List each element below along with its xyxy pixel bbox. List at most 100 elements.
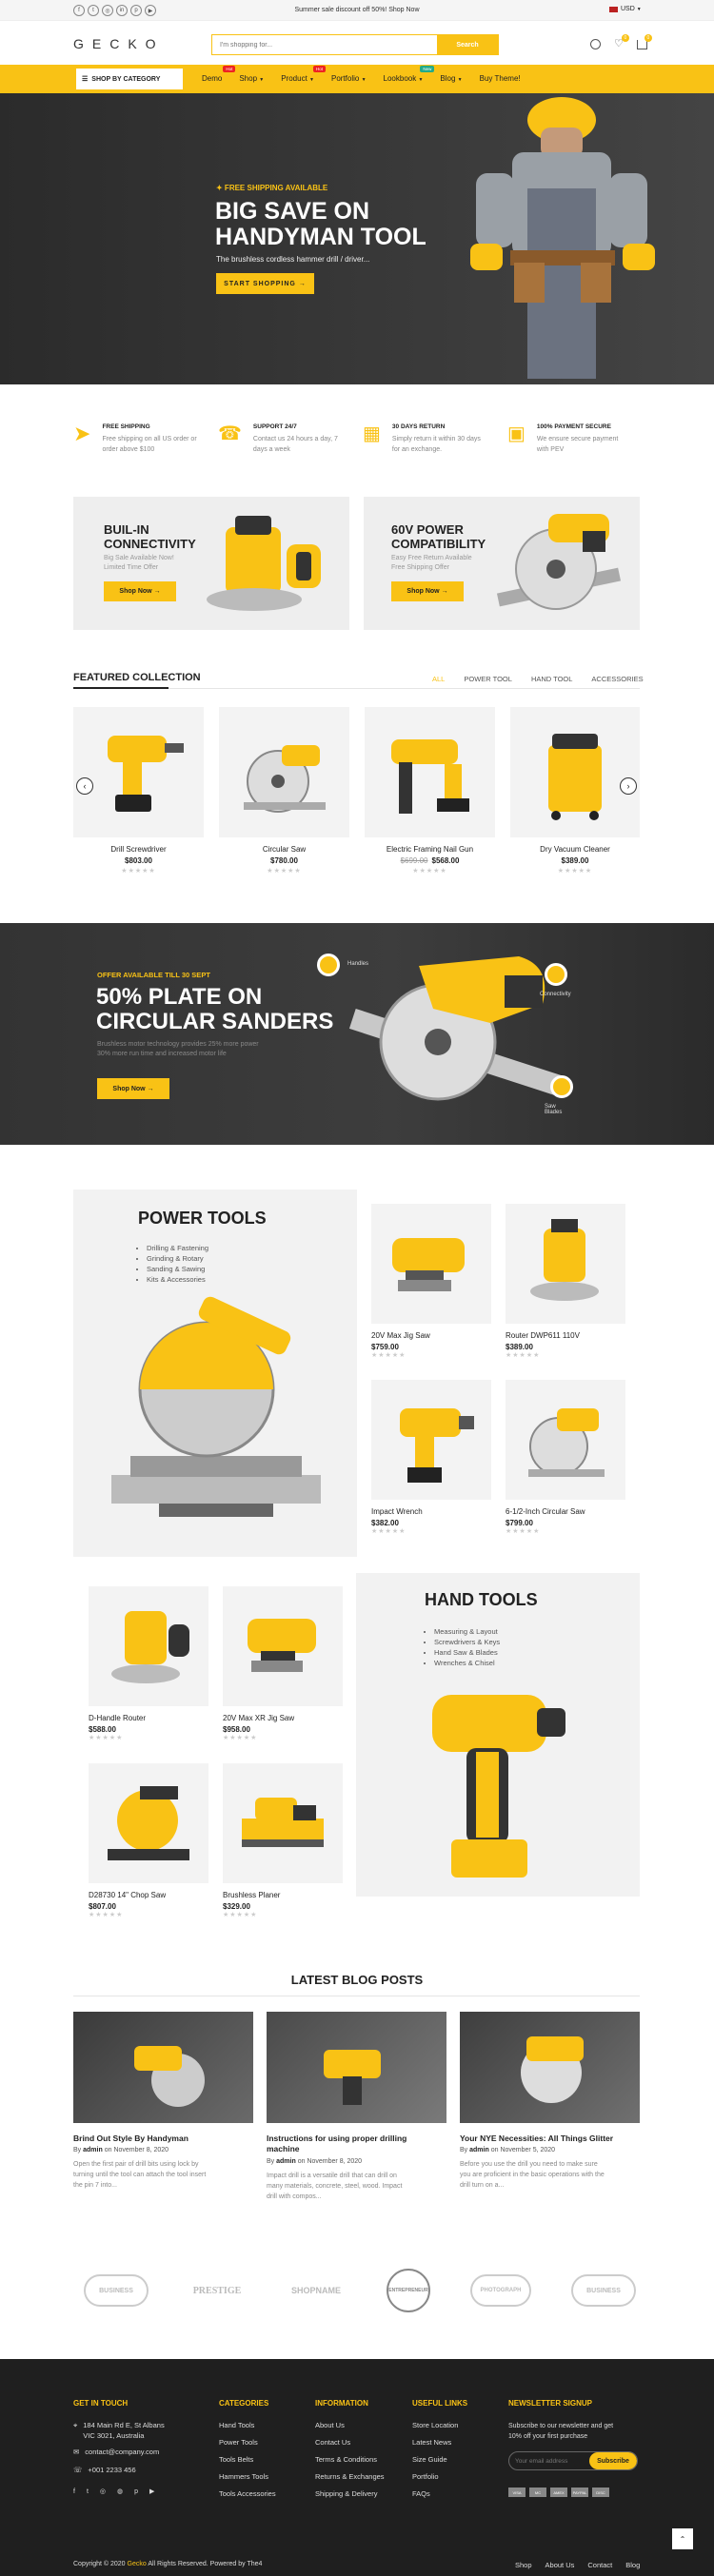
hand-tools-panel[interactable]: HAND TOOLS Measuring & Layout Screwdrive… bbox=[356, 1573, 640, 1897]
list-item[interactable]: Drilling & Fastening bbox=[147, 1243, 208, 1253]
blog-post-title[interactable]: Brind Out Style By Handyman bbox=[73, 2134, 253, 2143]
blog-author[interactable]: admin bbox=[83, 2147, 103, 2153]
blog-post[interactable]: Instructions for using proper drilling ma… bbox=[267, 2012, 446, 2202]
promo-banner-power[interactable]: 60V POWER COMPATIBILITY Easy Free Return… bbox=[364, 497, 640, 630]
product-card[interactable]: 6-1/2-Inch Circular Saw $799.00 ★★★★★ bbox=[506, 1380, 625, 1535]
instagram-icon[interactable]: ◎ bbox=[100, 2488, 106, 2495]
nav-item-blog[interactable]: Blog ▼ bbox=[440, 74, 462, 83]
power-tools-panel[interactable]: POWER TOOLS Drilling & Fastening Grindin… bbox=[73, 1190, 357, 1557]
youtube-icon[interactable]: ▶ bbox=[149, 2488, 154, 2495]
product-name[interactable]: D28730 14" Chop Saw bbox=[89, 1891, 208, 1899]
product-name[interactable]: Circular Saw bbox=[219, 845, 349, 854]
product-name[interactable]: 6-1/2-Inch Circular Saw bbox=[506, 1507, 625, 1516]
cart-icon[interactable]: 0 bbox=[636, 33, 652, 49]
carousel-next-icon[interactable]: › bbox=[620, 777, 637, 795]
brand-logo[interactable]: ENTREPRENEUR bbox=[387, 2269, 430, 2312]
brand-logo[interactable]: BUSINESS bbox=[84, 2274, 149, 2307]
category-menu[interactable]: ☰ SHOP BY CATEGORY bbox=[76, 69, 183, 89]
footer-link[interactable]: Tools Belts bbox=[219, 2455, 276, 2464]
email-row[interactable]: ✉ contact@company.com bbox=[73, 2448, 207, 2456]
shop-now-button[interactable]: Shop Now → bbox=[104, 581, 176, 601]
currency-selector[interactable]: USD ▼ bbox=[609, 6, 642, 12]
nav-item-demo[interactable]: Demo Hot bbox=[202, 66, 236, 83]
brand-logo[interactable]: BUSINESS bbox=[571, 2274, 636, 2307]
list-item[interactable]: Sanding & Sawing bbox=[147, 1264, 208, 1274]
product-name[interactable]: 20V Max XR Jig Saw bbox=[223, 1714, 343, 1722]
product-name[interactable]: Drill Screwdriver bbox=[73, 845, 204, 854]
nav-item-product[interactable]: Product ▼ Hot bbox=[281, 66, 326, 83]
footer-link[interactable]: Shipping & Delivery bbox=[315, 2489, 385, 2498]
blog-post[interactable]: Brind Out Style By Handyman By admin on … bbox=[73, 2012, 253, 2191]
product-card[interactable]: Router DWP611 110V $389.00 ★★★★★ bbox=[506, 1204, 625, 1359]
brand-logo[interactable]: SHOPNAME bbox=[286, 2274, 347, 2307]
carousel-prev-icon[interactable]: ‹ bbox=[76, 777, 93, 795]
list-item[interactable]: Wrenches & Chisel bbox=[434, 1658, 500, 1668]
wishlist-icon[interactable]: ♡ 0 bbox=[614, 34, 629, 49]
footer-link[interactable]: Hand Tools bbox=[219, 2421, 276, 2429]
product-card[interactable]: 20V Max XR Jig Saw $958.00 ★★★★★ bbox=[223, 1586, 343, 1741]
footer-link[interactable]: FAQs bbox=[412, 2489, 467, 2498]
back-to-top-button[interactable]: ⌃ bbox=[672, 2528, 693, 2549]
footer-link[interactable]: Hammers Tools bbox=[219, 2472, 276, 2481]
copyright-brand[interactable]: Gecko bbox=[128, 2561, 147, 2567]
product-name[interactable]: 20V Max Jig Saw bbox=[371, 1331, 491, 1340]
product-card[interactable]: D-Handle Router $588.00 ★★★★★ bbox=[89, 1586, 208, 1741]
search-input[interactable] bbox=[212, 35, 437, 54]
promo-text[interactable]: Summer sale discount off 50%! Shop Now bbox=[0, 7, 714, 13]
blog-author[interactable]: admin bbox=[469, 2147, 489, 2153]
footer-bottom-link[interactable]: About Us bbox=[545, 2561, 575, 2569]
tab-power-tool[interactable]: POWER TOOL bbox=[464, 675, 512, 683]
footer-link[interactable]: About Us bbox=[315, 2421, 385, 2429]
product-card[interactable]: Electric Framing Nail Gun $699.00 $568.0… bbox=[365, 707, 495, 875]
list-item[interactable]: Measuring & Layout bbox=[434, 1626, 500, 1637]
footer-link[interactable]: Power Tools bbox=[219, 2438, 276, 2447]
start-shopping-button[interactable]: START SHOPPING → bbox=[216, 273, 314, 294]
footer-link[interactable]: Terms & Conditions bbox=[315, 2455, 385, 2464]
footer-link[interactable]: Latest News bbox=[412, 2438, 467, 2447]
nav-item-portfolio[interactable]: Portfolio ▼ bbox=[331, 74, 367, 83]
twitter-icon[interactable]: t bbox=[87, 2488, 89, 2495]
dribbble-icon[interactable]: ◍ bbox=[117, 2488, 123, 2495]
footer-link[interactable]: Portfolio bbox=[412, 2472, 467, 2481]
nav-item-lookbook[interactable]: Lookbook ▼ New bbox=[384, 66, 435, 83]
tab-all[interactable]: ALL bbox=[432, 675, 445, 683]
product-card[interactable]: Drill Screwdriver $803.00 ★★★★★ bbox=[73, 707, 204, 875]
brand-logo[interactable]: PHOTOGRAPH bbox=[470, 2274, 531, 2307]
tab-accessories[interactable]: ACCESSORIES bbox=[591, 675, 643, 683]
product-name[interactable]: Dry Vacuum Cleaner bbox=[510, 845, 640, 854]
nav-item-shop[interactable]: Shop ▼ bbox=[239, 74, 264, 83]
footer-link[interactable]: Tools Accessories bbox=[219, 2489, 276, 2498]
footer-link[interactable]: Store Location bbox=[412, 2421, 467, 2429]
offer-shop-now-button[interactable]: Shop Now → bbox=[97, 1078, 169, 1099]
subscribe-button[interactable]: Subscribe bbox=[589, 2452, 637, 2469]
footer-link[interactable]: Size Guide bbox=[412, 2455, 467, 2464]
brand-logo[interactable]: PRESTIGE bbox=[188, 2274, 246, 2307]
tab-hand-tool[interactable]: HAND TOOL bbox=[531, 675, 572, 683]
product-name[interactable]: Impact Wrench bbox=[371, 1507, 491, 1516]
product-name[interactable]: Router DWP611 110V bbox=[506, 1331, 625, 1340]
list-item[interactable]: Grinding & Rotary bbox=[147, 1253, 208, 1264]
product-card[interactable]: Impact Wrench $382.00 ★★★★★ bbox=[371, 1380, 491, 1535]
product-name[interactable]: Electric Framing Nail Gun bbox=[365, 845, 495, 854]
blog-post[interactable]: Your NYE Necessities: All Things Glitter… bbox=[460, 2012, 640, 2191]
phone-row[interactable]: ☏ +001 2233 456 bbox=[73, 2466, 207, 2474]
footer-bottom-link[interactable]: Contact bbox=[587, 2561, 612, 2569]
blog-post-title[interactable]: Your NYE Necessities: All Things Glitter bbox=[460, 2134, 640, 2143]
search-button[interactable]: Search bbox=[437, 35, 498, 54]
blog-author[interactable]: admin bbox=[276, 2158, 296, 2165]
footer-bottom-link[interactable]: Blog bbox=[625, 2561, 640, 2569]
footer-bottom-link[interactable]: Shop bbox=[515, 2561, 532, 2569]
product-name[interactable]: Brushless Planer bbox=[223, 1891, 343, 1899]
product-card[interactable]: Circular Saw $780.00 ★★★★★ bbox=[219, 707, 349, 875]
product-card[interactable]: Brushless Planer $329.00 ★★★★★ bbox=[223, 1763, 343, 1918]
blog-post-title[interactable]: Instructions for using proper drilling ma… bbox=[267, 2134, 446, 2154]
pinterest-icon[interactable]: p bbox=[134, 2488, 138, 2495]
newsletter-email-input[interactable] bbox=[509, 2452, 589, 2469]
product-card[interactable]: 20V Max Jig Saw $759.00 ★★★★★ bbox=[371, 1204, 491, 1359]
nav-item-buy-theme[interactable]: Buy Theme! bbox=[480, 74, 521, 83]
product-card[interactable]: D28730 14" Chop Saw $807.00 ★★★★★ bbox=[89, 1763, 208, 1918]
facebook-icon[interactable]: f bbox=[73, 2488, 75, 2495]
user-icon[interactable] bbox=[590, 39, 601, 49]
logo[interactable]: GECKO bbox=[73, 36, 165, 51]
promo-banner-connectivity[interactable]: BUIL-IN CONNECTIVITY Big Sale Available … bbox=[73, 497, 349, 630]
